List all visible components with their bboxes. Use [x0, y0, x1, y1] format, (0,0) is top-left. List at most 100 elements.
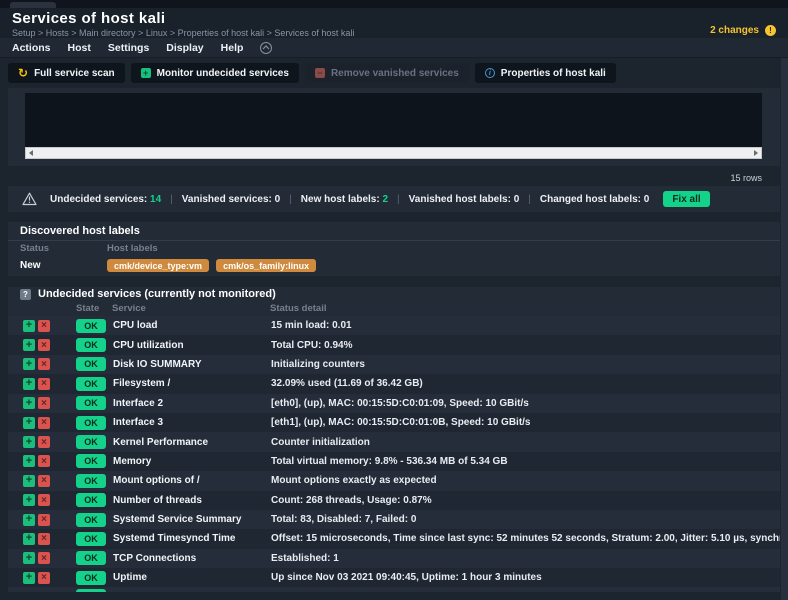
- service-name: Uptime: [113, 572, 271, 583]
- menu-item-display[interactable]: Display: [166, 42, 203, 54]
- service-row: +×OKTCP ConnectionsEstablished: 1: [8, 549, 780, 568]
- menu-item-actions[interactable]: Actions: [12, 42, 51, 54]
- menu-item-help[interactable]: Help: [221, 42, 244, 54]
- column-state: State: [76, 303, 112, 314]
- menu-items: Actions Host Settings Display Help: [12, 42, 243, 54]
- state-badge: OK: [76, 493, 106, 507]
- add-service-button[interactable]: +: [23, 358, 35, 370]
- service-row: +×OKInterface 2[eth0], (up), MAC: 00:15:…: [8, 394, 780, 413]
- add-service-button[interactable]: +: [23, 494, 35, 506]
- service-name: Systemd Service Summary: [113, 514, 271, 525]
- fix-all-button[interactable]: Fix all: [663, 191, 709, 207]
- ignore-service-button[interactable]: ×: [38, 417, 50, 429]
- service-detail: [eth1], (up), MAC: 00:15:5D:C0:01:0B, Sp…: [271, 417, 780, 428]
- add-service-button[interactable]: +: [23, 455, 35, 467]
- add-service-button[interactable]: +: [23, 397, 35, 409]
- add-service-button[interactable]: +: [23, 514, 35, 526]
- add-service-button[interactable]: +: [23, 475, 35, 487]
- menu-item-settings[interactable]: Settings: [108, 42, 149, 54]
- ignore-service-button[interactable]: ×: [38, 533, 50, 545]
- changes-label: 2 changes: [710, 25, 759, 36]
- state-badge: OK: [76, 513, 106, 527]
- ignore-service-button[interactable]: ×: [38, 514, 50, 526]
- services-section-header: ? Undecided services (currently not moni…: [8, 287, 780, 301]
- undecided-services-section: ? Undecided services (currently not moni…: [8, 287, 780, 592]
- host-label-badge: cmk/device_type:vm: [107, 259, 209, 272]
- ignore-service-button[interactable]: ×: [38, 320, 50, 332]
- summary-value: 0: [644, 194, 650, 205]
- ignore-service-button[interactable]: ×: [38, 378, 50, 390]
- horizontal-scrollbar[interactable]: [25, 147, 762, 159]
- host-label-badge: cmk/os_family:linux: [216, 259, 316, 272]
- summary-separator: |: [397, 194, 400, 205]
- vertical-scrollbar[interactable]: [781, 58, 788, 600]
- toolbar-button-label: Remove vanished services: [331, 68, 459, 79]
- add-service-button[interactable]: +: [23, 417, 35, 429]
- warning-icon: [22, 192, 37, 206]
- service-detail: Initializing counters: [271, 359, 780, 370]
- toolbar-button-remove-vanished-services[interactable]: −Remove vanished services: [305, 63, 469, 83]
- host-labels-column-headers: Status Host labels: [8, 241, 780, 255]
- breadcrumb[interactable]: Setup > Hosts > Main directory > Linux >…: [12, 28, 354, 38]
- question-icon: ?: [20, 289, 31, 300]
- state-badge: OK: [76, 338, 106, 352]
- service-row: +×OKNumber of threadsCount: 268 threads,…: [8, 491, 780, 510]
- summary-item: Vanished host labels: 0: [409, 194, 520, 205]
- host-labels-section: Discovered host labels Status Host label…: [8, 222, 780, 276]
- ignore-service-button[interactable]: ×: [38, 494, 50, 506]
- menu-bar: Actions Host Settings Display Help: [0, 38, 788, 58]
- summary-value: 0: [514, 194, 520, 205]
- browser-strip: [0, 0, 788, 8]
- add-service-button[interactable]: +: [23, 552, 35, 564]
- ignore-service-button[interactable]: ×: [38, 358, 50, 370]
- service-name: Kernel Performance: [113, 437, 271, 448]
- summary-value: 2: [382, 194, 388, 205]
- service-name: CPU utilization: [113, 340, 271, 351]
- ignore-service-button[interactable]: ×: [38, 455, 50, 467]
- add-service-button[interactable]: +: [23, 572, 35, 584]
- add-service-button[interactable]: +: [23, 533, 35, 545]
- summary-items: Undecided services: 14|Vanished services…: [50, 194, 649, 205]
- state-badge: OK: [76, 416, 106, 430]
- summary-item: New host labels: 2: [301, 194, 388, 205]
- add-service-button[interactable]: +: [23, 320, 35, 332]
- service-name: CPU load: [113, 320, 271, 331]
- service-name: Filesystem /: [113, 378, 271, 389]
- summary-item: Undecided services: 14: [50, 194, 161, 205]
- add-service-button[interactable]: +: [23, 378, 35, 390]
- service-detail: [eth0], (up), MAC: 00:15:5D:C0:01:09, Sp…: [271, 398, 780, 409]
- state-badge: OK: [76, 357, 106, 371]
- ignore-service-button[interactable]: ×: [38, 552, 50, 564]
- service-row: +×OKMount options of /Mount options exac…: [8, 471, 780, 490]
- summary-item: Changed host labels: 0: [540, 194, 649, 205]
- service-detail: 32.09% used (11.69 of 36.42 GB): [271, 378, 780, 389]
- service-row: +×OKSystemd Service SummaryTotal: 83, Di…: [8, 510, 780, 529]
- collapse-menu-icon[interactable]: [260, 42, 272, 54]
- column-service: Service: [112, 303, 270, 314]
- column-status-detail: Status detail: [270, 303, 780, 314]
- toolbar-button-label: Properties of host kali: [501, 68, 606, 79]
- ignore-service-button[interactable]: ×: [38, 397, 50, 409]
- ignore-service-button[interactable]: ×: [38, 339, 50, 351]
- service-detail: Offset: 15 microseconds, Time since last…: [271, 533, 780, 544]
- menu-item-host[interactable]: Host: [68, 42, 91, 54]
- service-row: +×OKInterface 3[eth1], (up), MAC: 00:15:…: [8, 413, 780, 432]
- ignore-service-button[interactable]: ×: [38, 436, 50, 448]
- ignore-service-button[interactable]: ×: [38, 475, 50, 487]
- service-detail: Up since Nov 03 2021 09:40:45, Uptime: 1…: [271, 572, 780, 583]
- scroll-right-icon[interactable]: [754, 150, 758, 156]
- changes-button[interactable]: 2 changes !: [710, 25, 776, 36]
- toolbar-button-full-service-scan[interactable]: ↻Full service scan: [8, 63, 125, 83]
- service-detail: Count: 268 threads, Usage: 0.87%: [271, 495, 780, 506]
- scroll-left-icon[interactable]: [29, 150, 33, 156]
- add-icon: +: [141, 68, 151, 78]
- service-name: Memory: [113, 456, 271, 467]
- summary-value: 0: [275, 194, 281, 205]
- toolbar-button-properties-of-host-kali[interactable]: iProperties of host kali: [475, 63, 616, 83]
- services-rows: +×OKCPU load15 min load: 0.01+×OKCPU uti…: [8, 316, 780, 592]
- add-service-button[interactable]: +: [23, 339, 35, 351]
- ignore-service-button[interactable]: ×: [38, 572, 50, 584]
- host-label-status: New: [20, 260, 107, 271]
- add-service-button[interactable]: +: [23, 436, 35, 448]
- toolbar-button-monitor-undecided-services[interactable]: +Monitor undecided services: [131, 63, 299, 83]
